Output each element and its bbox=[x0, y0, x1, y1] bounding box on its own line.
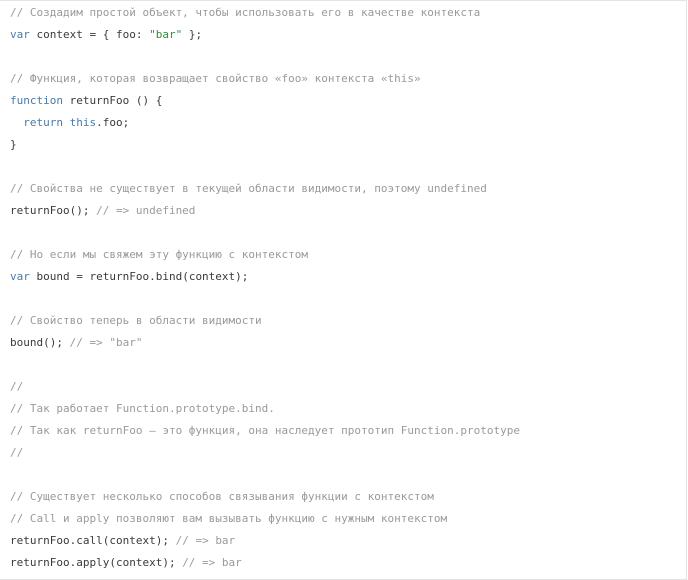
code-token-comment: // Так работает Function.prototype.bind. bbox=[10, 402, 275, 415]
code-line: returnFoo(); // => undefined bbox=[10, 200, 520, 222]
code-token-plain: returnFoo(); bbox=[10, 204, 97, 217]
code-token-plain: } bbox=[10, 138, 17, 151]
code-token-keyword: this bbox=[69, 116, 97, 129]
code-token-comment: // => bar bbox=[182, 556, 242, 569]
code-token-comment: // Создадим простой объект, чтобы исполь… bbox=[10, 6, 481, 19]
code-token-plain: .foo; bbox=[96, 116, 130, 129]
code-line: var bound = returnFoo.bind(context); bbox=[10, 266, 520, 288]
code-token-plain: returnFoo.call(context); bbox=[10, 534, 176, 547]
code-line-blank bbox=[10, 222, 520, 244]
code-token-keyword: return bbox=[23, 116, 63, 129]
code-token-comment: // Функция, которая возвращает свойство … bbox=[10, 72, 421, 85]
code-line-blank bbox=[10, 288, 520, 310]
code-token-comment: // Существует несколько способов связыва… bbox=[10, 490, 434, 503]
code-token-keyword: var bbox=[10, 28, 30, 41]
code-token-comment: // => bar bbox=[175, 534, 236, 547]
code-token-comment: // => undefined bbox=[96, 204, 196, 217]
code-token-string: "bar" bbox=[149, 28, 183, 41]
code-token-plain: bound = returnFoo.bind(context); bbox=[29, 270, 249, 283]
code-token-comment: // Но если мы свяжем эту функцию с конте… bbox=[10, 248, 309, 261]
code-line: // Создадим простой объект, чтобы исполь… bbox=[10, 2, 520, 24]
code-line-blank bbox=[10, 354, 520, 376]
code-token-comment: // Call и apply позволяют вам вызывать ф… bbox=[10, 512, 448, 525]
code-line: // Функция, которая возвращает свойство … bbox=[10, 68, 520, 90]
code-token-plain: }; bbox=[182, 28, 203, 41]
code-token-keyword: var bbox=[10, 270, 30, 283]
code-block: // Создадим простой объект, чтобы исполь… bbox=[0, 0, 687, 580]
code-line: returnFoo.apply(context); // => bar bbox=[10, 552, 520, 574]
code-token-plain: context = { foo: bbox=[29, 28, 150, 41]
code-line: // Так как returnFoo — это функция, она … bbox=[10, 420, 520, 442]
code-line: } bbox=[10, 134, 520, 156]
code-line-blank bbox=[10, 46, 520, 68]
code-line-blank bbox=[10, 156, 520, 178]
code-line: var context = { foo: "bar" }; bbox=[10, 24, 520, 46]
code-token-plain: returnFoo.apply(context); bbox=[10, 556, 183, 569]
code-line: // Call и apply позволяют вам вызывать ф… bbox=[10, 508, 520, 530]
code-line: returnFoo.call(context); // => bar bbox=[10, 530, 520, 552]
code-line: // Существует несколько способов связыва… bbox=[10, 486, 520, 508]
code-token-comment: // bbox=[10, 446, 24, 459]
code-token-plain: bound(); bbox=[10, 336, 70, 349]
code-token-comment: // bbox=[10, 380, 24, 393]
code-token-comment: // Так как returnFoo — это функция, она … bbox=[10, 424, 520, 437]
code-line: // Свойства не существует в текущей обла… bbox=[10, 178, 520, 200]
code-line: // Так работает Function.prototype.bind. bbox=[10, 398, 520, 420]
code-lines: // Создадим простой объект, чтобы исполь… bbox=[10, 2, 520, 574]
code-token-keyword: function bbox=[10, 94, 63, 107]
code-line: return this.foo; bbox=[10, 112, 520, 134]
code-token-comment: // => "bar" bbox=[69, 336, 143, 349]
code-token-comment: // Свойства не существует в текущей обла… bbox=[10, 182, 487, 195]
code-line: function returnFoo () { bbox=[10, 90, 520, 112]
code-token-plain: returnFoo () { bbox=[62, 94, 163, 107]
code-line: // bbox=[10, 376, 520, 398]
code-line: // Но если мы свяжем эту функцию с конте… bbox=[10, 244, 520, 266]
code-line: // Свойство теперь в области видимости bbox=[10, 310, 520, 332]
code-line-blank bbox=[10, 464, 520, 486]
code-line: bound(); // => "bar" bbox=[10, 332, 520, 354]
code-token-comment: // Свойство теперь в области видимости bbox=[10, 314, 262, 327]
code-line: // bbox=[10, 442, 520, 464]
